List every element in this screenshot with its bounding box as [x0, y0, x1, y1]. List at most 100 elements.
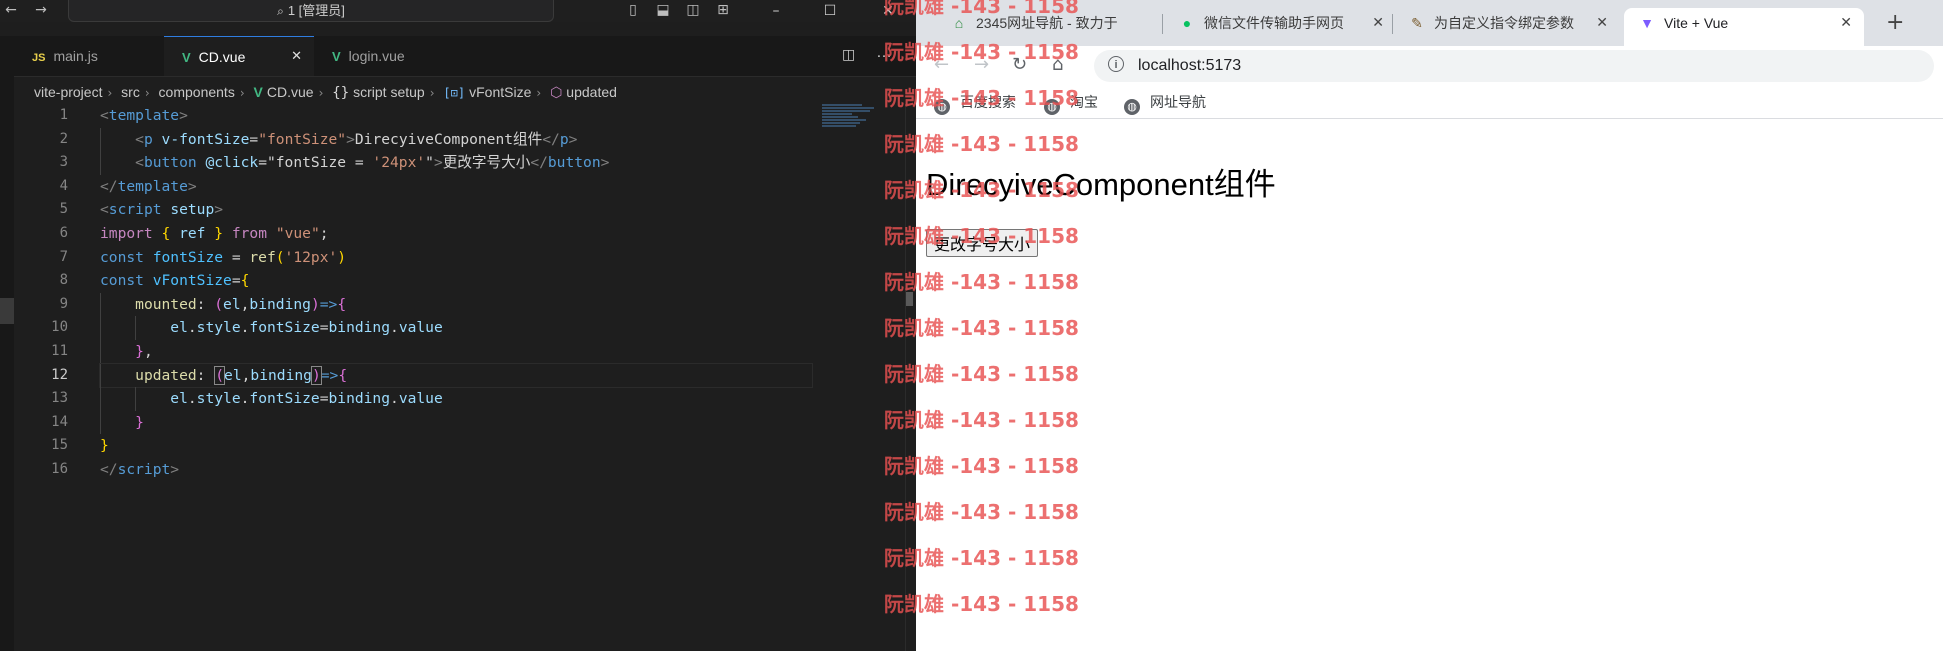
bookmark-item[interactable]: ◍ 百度搜索 — [934, 86, 1016, 118]
tab-cd-vue[interactable]: V CD.vue ✕ — [164, 36, 314, 76]
command-center-search[interactable]: ⌕ 1 [管理员] — [68, 0, 554, 22]
browser-tab-label: 微信文件传输助手网页 — [1204, 15, 1344, 31]
more-actions-icon[interactable]: … — [876, 44, 892, 62]
code-line[interactable]: </template> — [100, 175, 812, 199]
scrollbar-thumb[interactable] — [906, 292, 913, 306]
close-tab-icon[interactable]: ✕ — [291, 37, 302, 77]
bookmark-label: 淘宝 — [1070, 94, 1098, 110]
forward-arrow-icon[interactable]: → — [974, 54, 989, 75]
tab-label: CD.vue — [198, 49, 246, 65]
line-number: 15 — [51, 437, 68, 454]
code-line[interactable]: <button @click="fontSize = '24px'">更改字号大… — [100, 151, 812, 175]
line-number: 8 — [59, 272, 68, 289]
bookmarks-bar: ◍ 百度搜索 ◍ 淘宝 ◍ 网址导航 — [916, 86, 1943, 119]
code-line[interactable]: el.style.fontSize=binding.value — [100, 387, 812, 411]
code-line-current[interactable]: updated: (el,binding)=>{ — [99, 362, 813, 389]
method-cube-icon: ⬡ — [550, 85, 563, 101]
browser-tab-label: Vite + Vue — [1664, 15, 1729, 31]
chevron-right-icon: › — [107, 86, 113, 100]
braces-icon: {} — [332, 85, 350, 101]
code-line[interactable]: const vFontSize={ — [100, 269, 812, 293]
close-tab-icon[interactable]: ✕ — [1596, 8, 1608, 38]
back-arrow-icon[interactable]: ← — [4, 3, 18, 17]
browser-tab-strip: ⌂ 2345网址导航 - 致力于 ● 微信文件传输助手网页 ✕ ✎ 为自定义指令绑定参… — [916, 0, 1943, 46]
chevron-right-icon: › — [239, 86, 245, 100]
code-line[interactable]: </script> — [100, 458, 812, 482]
code-line[interactable]: <script setup> — [100, 198, 812, 222]
breadcrumb-item[interactable]: src — [121, 84, 140, 100]
minimap[interactable] — [822, 104, 880, 134]
command-center-label: 1 [管理员] — [287, 3, 345, 18]
chevron-right-icon: › — [318, 86, 324, 100]
vue-file-icon: V — [182, 50, 191, 65]
code-line[interactable]: <template> — [100, 104, 812, 128]
code-editor[interactable]: <template> <p v-fontSize="fontSize">Dire… — [99, 104, 813, 482]
line-number: 4 — [59, 177, 68, 194]
tab-separator — [1392, 14, 1393, 34]
tab-login-vue[interactable]: Vlogin.vue — [314, 36, 454, 76]
toggle-primary-sidebar-icon[interactable]: ▯ — [626, 3, 640, 17]
breadcrumb: vite-project › src › components › V CD.vue › … — [34, 82, 617, 102]
breadcrumb-item[interactable]: CD.vue — [267, 84, 314, 100]
address-bar[interactable]: i localhost:5173 — [1094, 50, 1934, 82]
browser-tab-label: 2345网址导航 - 致力于 — [976, 15, 1118, 31]
new-tab-icon[interactable]: + — [1886, 10, 1904, 35]
chevron-right-icon: › — [144, 86, 150, 100]
change-font-size-button[interactable]: 更改字号大小 — [926, 229, 1039, 257]
activity-bar — [0, 36, 14, 651]
variable-icon: [⊡] — [443, 86, 466, 100]
bookmark-label: 网址导航 — [1150, 94, 1206, 110]
site-info-icon[interactable]: i — [1108, 56, 1124, 72]
browser-tab[interactable]: ⌂ 2345网址导航 - 致力于 — [936, 8, 1176, 46]
bookmark-item[interactable]: ◍ 网址导航 — [1124, 86, 1206, 118]
browser-tab-active[interactable]: ▼ Vite + Vue ✕ — [1624, 8, 1864, 46]
customize-layout-icon[interactable]: ⊞ — [716, 3, 730, 17]
code-line[interactable]: }, — [100, 339, 812, 364]
breadcrumb-item[interactable]: script setup — [353, 84, 425, 100]
browser-tab-label: 为自定义指令绑定参数 — [1434, 15, 1574, 31]
home-icon[interactable]: ⌂ — [1052, 54, 1063, 75]
wechat-icon: ● — [1182, 15, 1192, 31]
reload-icon[interactable]: ↻ — [1012, 54, 1027, 75]
javascript-file-icon: JS — [32, 52, 46, 64]
toggle-secondary-sidebar-icon[interactable]: ◫ — [686, 3, 700, 17]
code-line[interactable]: mounted: (el,binding)=>{ — [100, 292, 812, 317]
url-text: localhost:5173 — [1138, 57, 1242, 74]
bookmark-item[interactable]: ◍ 淘宝 — [1044, 86, 1098, 118]
breadcrumb-item[interactable]: components — [159, 84, 235, 100]
maximize-button[interactable]: ☐ — [810, 0, 850, 22]
browser-tab[interactable]: ● 微信文件传输助手网页 ✕ — [1164, 8, 1396, 46]
code-line[interactable]: el.style.fontSize=binding.value — [100, 316, 812, 340]
minimize-button[interactable]: – — [756, 0, 796, 22]
breadcrumb-item[interactable]: updated — [566, 84, 617, 100]
chevron-right-icon: › — [429, 86, 435, 100]
line-number: 9 — [59, 295, 68, 312]
breadcrumb-item[interactable]: vFontSize — [469, 84, 531, 100]
code-line[interactable]: <p v-fontSize="fontSize">DirecyiveCompon… — [100, 127, 812, 152]
tab-label: main.js — [53, 48, 98, 64]
editor-tabs: JS main.js V CD.vue ✕ Vlogin.vue — [14, 36, 916, 77]
close-tab-icon[interactable]: ✕ — [1372, 8, 1384, 38]
vscode-window: ← → ⌕ 1 [管理员] ▯ ⬓ ◫ ⊞ – ☐ ✕ JS main.js V CD… — [0, 0, 917, 651]
code-line[interactable]: import { ref } from "vue"; — [100, 222, 812, 246]
code-line[interactable]: } — [100, 410, 812, 435]
forward-arrow-icon[interactable]: → — [34, 3, 48, 17]
vue-file-icon: V — [253, 84, 263, 100]
tab-label: login.vue — [348, 48, 405, 64]
close-tab-icon[interactable]: ✕ — [1840, 8, 1852, 38]
line-number: 10 — [51, 319, 68, 336]
code-line[interactable]: const fontSize = ref('12px') — [100, 246, 812, 270]
line-number: 7 — [59, 248, 68, 265]
toggle-panel-icon[interactable]: ⬓ — [656, 3, 670, 17]
browser-toolbar: ← → ↻ ⌂ i localhost:5173 — [916, 46, 1943, 86]
line-number-gutter: 1 2 3 4 5 6 7 8 9 10 11 12 13 14 15 16 — [14, 104, 70, 482]
tab-main-js[interactable]: JS main.js — [14, 36, 164, 76]
breadcrumb-item[interactable]: vite-project — [34, 84, 102, 100]
close-window-button[interactable]: ✕ — [868, 0, 908, 22]
split-editor-icon[interactable]: ◫ — [842, 47, 855, 63]
browser-tab[interactable]: ✎ 为自定义指令绑定参数 ✕ — [1394, 8, 1620, 46]
back-arrow-icon[interactable]: ← — [934, 54, 949, 75]
code-line[interactable]: } — [100, 434, 812, 458]
search-icon: ⌕ — [277, 4, 284, 18]
globe-icon: ◍ — [934, 99, 950, 115]
